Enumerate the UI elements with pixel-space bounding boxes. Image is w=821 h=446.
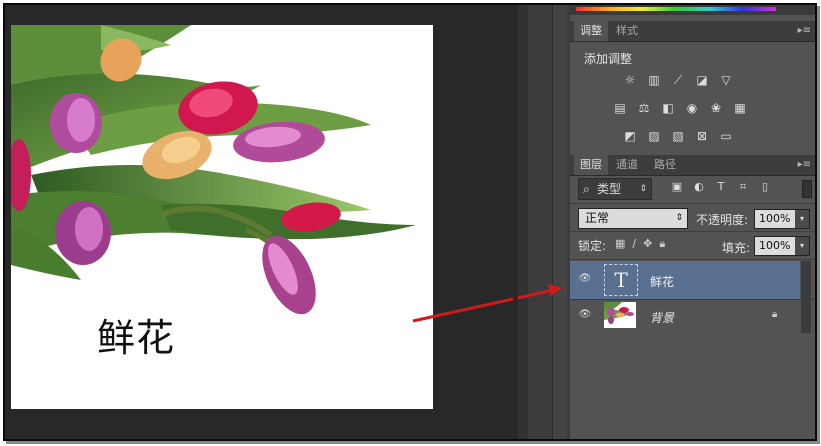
selective-color-icon[interactable]: ⊠ <box>694 129 710 143</box>
gradient-map-icon[interactable]: ▭ <box>718 129 734 143</box>
lock-brush-icon[interactable]: ∕ <box>632 237 636 251</box>
annotation-arrow-tip <box>518 284 562 300</box>
fill-label: 填充: <box>722 241 751 255</box>
layers-scrollbar[interactable] <box>801 261 811 333</box>
right-panels: 调整 样式 ▸≡ 添加调整 ☼ ▥ ⟋ ◪ ▽ ▤ ⚖ ◧ ◉ ❀ ▦ ◩ ▨ … <box>570 5 815 439</box>
opacity-label: 不透明度: <box>696 213 749 227</box>
document-workspace: 鲜花 <box>5 5 518 439</box>
adjustments-row-2: ▤ ⚖ ◧ ◉ ❀ ▦ <box>612 101 748 115</box>
annotation-arrow <box>412 297 514 323</box>
chevron-updown-icon: ⇕ <box>675 213 683 223</box>
eye-icon[interactable]: 👁︎ <box>578 273 592 287</box>
black-white-icon[interactable]: ◧ <box>660 101 676 115</box>
fill-value: 100% <box>759 239 791 252</box>
lock-icons: ▦ ∕ ✥ 🔒︎ <box>615 237 665 251</box>
lock-transparent-icon[interactable]: ▦ <box>615 237 625 251</box>
layer-filter-bar: ⌕ 类型 ⇕ ▣ ◐ T ⌗ ▯ <box>578 178 812 200</box>
invert-icon[interactable]: ◩ <box>622 129 638 143</box>
layer-name[interactable]: 鲜花 <box>650 273 674 290</box>
adjustments-row-3: ◩ ▨ ▧ ⊠ ▭ <box>622 129 734 143</box>
layers-empty-area <box>570 333 815 439</box>
color-balance-icon[interactable]: ⚖ <box>636 101 652 115</box>
adjustments-row-1: ☼ ▥ ⟋ ◪ ▽ <box>622 73 734 87</box>
search-icon: ⌕ <box>583 182 590 196</box>
photo-filter-icon[interactable]: ◉ <box>684 101 700 115</box>
swatches-strip <box>570 5 815 15</box>
filter-pixel-icon[interactable]: ▣ <box>670 180 684 194</box>
vibrance-icon[interactable]: ▤ <box>612 101 628 115</box>
divider <box>570 203 815 204</box>
tab-styles[interactable]: 样式 <box>610 21 644 41</box>
lock-all-icon[interactable]: 🔒︎ <box>659 237 665 251</box>
tab-channels[interactable]: 通道 <box>610 155 644 175</box>
tab-paths[interactable]: 路径 <box>648 155 682 175</box>
layer-name[interactable]: 背景 <box>650 309 674 326</box>
divider <box>570 231 815 232</box>
adjustments-title: 添加调整 <box>584 52 633 66</box>
curves-icon[interactable]: ⟋ <box>670 73 686 87</box>
exposure-icon[interactable]: ◪ <box>694 73 710 87</box>
chevron-down-icon[interactable]: ▾ <box>795 237 809 255</box>
chevron-down-icon[interactable]: ▾ <box>795 210 809 228</box>
filter-smart-object-icon[interactable]: ▯ <box>758 180 772 194</box>
background-thumbnail <box>604 302 636 328</box>
lock-label: 锁定: <box>578 239 607 253</box>
panel-dock-gutter <box>518 5 570 439</box>
filter-adjustment-icon[interactable]: ◐ <box>692 180 706 194</box>
opacity-value: 100% <box>759 212 791 225</box>
lock-move-icon[interactable]: ✥ <box>643 237 652 251</box>
layers-tabs: 图层 通道 路径 ▸≡ <box>570 155 815 176</box>
layer-row-text[interactable]: 👁︎ T 鲜花 <box>570 261 800 299</box>
filter-kind-select[interactable]: ⌕ 类型 ⇕ <box>578 178 652 200</box>
color-spectrum[interactable] <box>576 7 776 11</box>
lock-icon: 🔒︎ <box>772 309 778 320</box>
eye-icon[interactable]: 👁︎ <box>578 309 592 323</box>
opacity-field[interactable]: 100% ▾ <box>754 209 810 229</box>
blend-mode-select[interactable]: 正常 ⇕ <box>578 208 688 229</box>
filter-type-icon[interactable]: T <box>714 180 728 194</box>
color-lookup-icon[interactable]: ▦ <box>732 101 748 115</box>
filter-kind-label: 类型 <box>597 182 622 196</box>
photoshop-window: 鲜花 调整 样式 ▸≡ 添加调整 ☼ ▥ ⟋ ◪ ▽ ▤ ⚖ ◧ ◉ ❀ ▦ ◩… <box>3 3 817 441</box>
threshold-icon[interactable]: ▧ <box>670 129 686 143</box>
posterize-icon[interactable]: ▨ <box>646 129 662 143</box>
tab-layers[interactable]: 图层 <box>574 155 608 175</box>
divider <box>570 259 815 260</box>
chevron-updown-icon: ⇕ <box>639 184 647 194</box>
thumbnail-image <box>604 302 634 324</box>
blend-mode-value: 正常 <box>585 211 610 225</box>
channel-mixer-icon[interactable]: ❀ <box>708 101 724 115</box>
filter-toggle[interactable] <box>802 180 812 198</box>
layers-menu-icon[interactable]: ▸≡ <box>798 159 811 170</box>
text-layer-thumbnail-icon: T <box>604 264 638 296</box>
layer-row-background[interactable]: 👁︎ 背景 🔒︎ <box>570 300 800 332</box>
levels-icon[interactable]: ▥ <box>646 73 662 87</box>
tab-adjustments[interactable]: 调整 <box>574 21 608 41</box>
filter-shape-icon[interactable]: ⌗ <box>736 180 750 194</box>
fill-field[interactable]: 100% ▾ <box>754 236 810 256</box>
panel-menu-icon[interactable]: ▸≡ <box>798 25 811 36</box>
brightness-icon[interactable]: ☼ <box>622 73 638 87</box>
gradient-triangle-icon[interactable]: ▽ <box>718 73 734 87</box>
adjustments-tabs: 调整 样式 ▸≡ <box>570 21 815 42</box>
